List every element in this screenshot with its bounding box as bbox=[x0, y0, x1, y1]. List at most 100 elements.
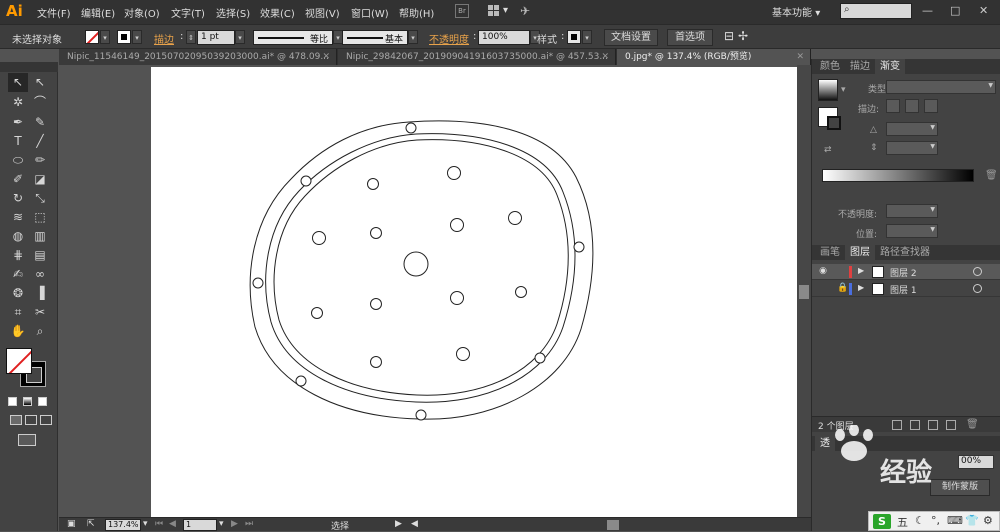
none-mode-icon[interactable] bbox=[38, 397, 47, 406]
blend-tool-icon[interactable]: ∞ bbox=[30, 265, 50, 284]
opacity-label[interactable]: 不透明度 bbox=[429, 31, 469, 46]
inner-hole[interactable] bbox=[370, 356, 382, 368]
first-artboard-icon[interactable]: ⏮ bbox=[155, 519, 163, 529]
column-graph-tool-icon[interactable]: ▐ bbox=[30, 284, 50, 303]
stroke-weight-field[interactable]: 1 pt bbox=[197, 30, 235, 45]
paintbrush-tool-icon[interactable]: ✏ bbox=[30, 151, 50, 170]
perspective-grid-tool-icon[interactable]: ▥ bbox=[30, 227, 50, 246]
brush-definition[interactable]: 基本 bbox=[342, 30, 408, 45]
make-mask-button[interactable]: 制作蒙版 bbox=[930, 479, 990, 496]
expand-arrow-icon[interactable]: ▶ bbox=[858, 266, 864, 275]
settings-icon[interactable]: ⚙ bbox=[983, 514, 993, 527]
vertical-scroll-thumb[interactable] bbox=[799, 285, 809, 299]
toggle-panels-icon[interactable]: ▣ bbox=[67, 519, 76, 529]
draw-behind-icon[interactable] bbox=[25, 415, 37, 425]
stroke-swatch[interactable] bbox=[117, 30, 131, 44]
eyedropper-tool-icon[interactable]: ✍ bbox=[8, 265, 28, 284]
gradient-stroke-icon[interactable] bbox=[827, 116, 841, 130]
line-tool-icon[interactable]: ╱ bbox=[30, 132, 50, 151]
stroke-weight-spinner-icon[interactable]: ⇕ bbox=[186, 30, 196, 44]
artboard-dropdown-icon[interactable]: ▾ bbox=[219, 519, 224, 529]
gradient-location-field[interactable] bbox=[886, 224, 938, 238]
tab-document-2[interactable]: Nipic_29842067_20190904191603735000.ai* … bbox=[338, 49, 616, 65]
inner-hole[interactable] bbox=[311, 307, 323, 319]
artboard-tool-icon[interactable]: ⌗ bbox=[8, 303, 28, 322]
curvature-tool-icon[interactable]: ✎ bbox=[30, 113, 50, 132]
stroke-dropdown-icon[interactable]: ▾ bbox=[132, 30, 142, 44]
center-hole[interactable] bbox=[403, 251, 429, 277]
menu-type[interactable]: 文字(T) bbox=[171, 5, 205, 20]
gradient-type-select[interactable] bbox=[886, 80, 996, 94]
eraser-tool-icon[interactable]: ◪ bbox=[30, 170, 50, 189]
layer-name[interactable]: 图层 1 bbox=[890, 283, 917, 296]
skin-icon[interactable]: 👕 bbox=[965, 514, 979, 527]
tab-close-icon[interactable]: ✕ bbox=[601, 49, 609, 65]
vertical-scrollbar[interactable] bbox=[797, 65, 811, 517]
layer-target-icon[interactable] bbox=[973, 284, 982, 293]
rim-hole[interactable] bbox=[415, 409, 427, 421]
gradient-dropdown-icon[interactable]: ▾ bbox=[841, 85, 846, 95]
rotate-tool-icon[interactable]: ↻ bbox=[8, 189, 28, 208]
share-icon[interactable]: ⇱ bbox=[87, 519, 95, 529]
inner-hole[interactable] bbox=[456, 347, 470, 361]
mesh-tool-icon[interactable]: ⋕ bbox=[8, 246, 28, 265]
prev-artboard-icon[interactable]: ◀ bbox=[169, 519, 176, 529]
tab-gradient[interactable]: 渐变 bbox=[875, 59, 905, 74]
scale-tool-icon[interactable]: ⤡ bbox=[30, 189, 50, 208]
inner-hole[interactable] bbox=[370, 298, 382, 310]
gradient-tool-icon[interactable]: ▤ bbox=[30, 246, 50, 265]
tab-document-1[interactable]: Nipic_11546149_20150702095039203000.ai* … bbox=[59, 49, 337, 65]
transparency-opacity-field[interactable]: 00% bbox=[958, 455, 994, 469]
inner-hole[interactable] bbox=[515, 286, 527, 298]
status-mode[interactable]: 选择 bbox=[331, 519, 349, 532]
tab-pathfinder[interactable]: 路径查找器 bbox=[875, 245, 935, 260]
style-dropdown-icon[interactable]: ▾ bbox=[582, 30, 592, 44]
slice-tool-icon[interactable]: ✂ bbox=[30, 303, 50, 322]
lasso-tool-icon[interactable]: ⌒ bbox=[30, 93, 50, 112]
gradient-mode-icon[interactable] bbox=[23, 397, 32, 406]
status-back-icon[interactable]: ◀ bbox=[411, 519, 418, 529]
tab-brushes[interactable]: 画笔 bbox=[815, 245, 845, 260]
zoom-dropdown-icon[interactable]: ▾ bbox=[143, 519, 148, 529]
layer-row-2[interactable]: ◉ ▶ 图层 2 bbox=[812, 264, 1000, 280]
fill-swatch[interactable] bbox=[85, 30, 99, 44]
inner-hole[interactable] bbox=[450, 218, 464, 232]
menu-edit[interactable]: 编辑(E) bbox=[81, 5, 115, 20]
menu-view[interactable]: 视图(V) bbox=[305, 5, 340, 20]
menu-effect[interactable]: 效果(C) bbox=[260, 5, 295, 20]
arrange-dropdown-icon[interactable]: ▾ bbox=[503, 5, 508, 16]
fill-color-swatch[interactable] bbox=[6, 348, 32, 374]
zoom-field[interactable]: 137.4% bbox=[105, 519, 141, 531]
menu-object[interactable]: 对象(O) bbox=[124, 5, 160, 20]
rim-hole[interactable] bbox=[295, 375, 307, 387]
inner-hole[interactable] bbox=[508, 211, 522, 225]
lock-icon[interactable]: 🔒 bbox=[837, 283, 848, 293]
rim-hole[interactable] bbox=[252, 277, 264, 289]
tab-layers[interactable]: 图层 bbox=[845, 245, 875, 260]
tab-document-3[interactable]: 0.jpg* @ 137.4% (RGB/预览) ✕ bbox=[617, 49, 811, 65]
layer-name[interactable]: 图层 2 bbox=[890, 266, 917, 279]
inner-hole[interactable] bbox=[450, 291, 464, 305]
rim-hole[interactable] bbox=[573, 241, 585, 253]
tab-stroke[interactable]: 描边 bbox=[845, 59, 875, 74]
gradient-slider[interactable] bbox=[822, 169, 974, 182]
ellipse-tool-icon[interactable]: ⬭ bbox=[8, 151, 28, 170]
punctuation-icon[interactable]: °, bbox=[931, 514, 940, 527]
inner-hole[interactable] bbox=[367, 178, 379, 190]
new-layer-icon[interactable] bbox=[946, 420, 956, 430]
screen-mode-icon[interactable] bbox=[18, 434, 36, 446]
next-artboard-icon[interactable]: ▶ bbox=[231, 519, 238, 529]
gradient-aspect-field[interactable] bbox=[886, 141, 938, 155]
moon-icon[interactable]: ☾ bbox=[915, 514, 925, 527]
artboard-canvas[interactable] bbox=[151, 67, 797, 517]
menu-window[interactable]: 窗口(W) bbox=[351, 5, 389, 20]
variable-width-profile[interactable]: 等比 bbox=[253, 30, 333, 45]
tools-panel-header[interactable] bbox=[0, 62, 58, 72]
color-mode-icon[interactable] bbox=[8, 397, 17, 406]
direct-selection-tool-icon[interactable]: ↖ bbox=[30, 73, 50, 92]
gradient-opacity-field[interactable] bbox=[886, 204, 938, 218]
graphic-style-swatch[interactable] bbox=[567, 30, 581, 44]
delete-stop-icon[interactable]: 🗑 bbox=[985, 170, 998, 181]
magic-wand-tool-icon[interactable]: ✲ bbox=[8, 93, 28, 112]
restore-icon[interactable]: □ bbox=[950, 4, 960, 17]
